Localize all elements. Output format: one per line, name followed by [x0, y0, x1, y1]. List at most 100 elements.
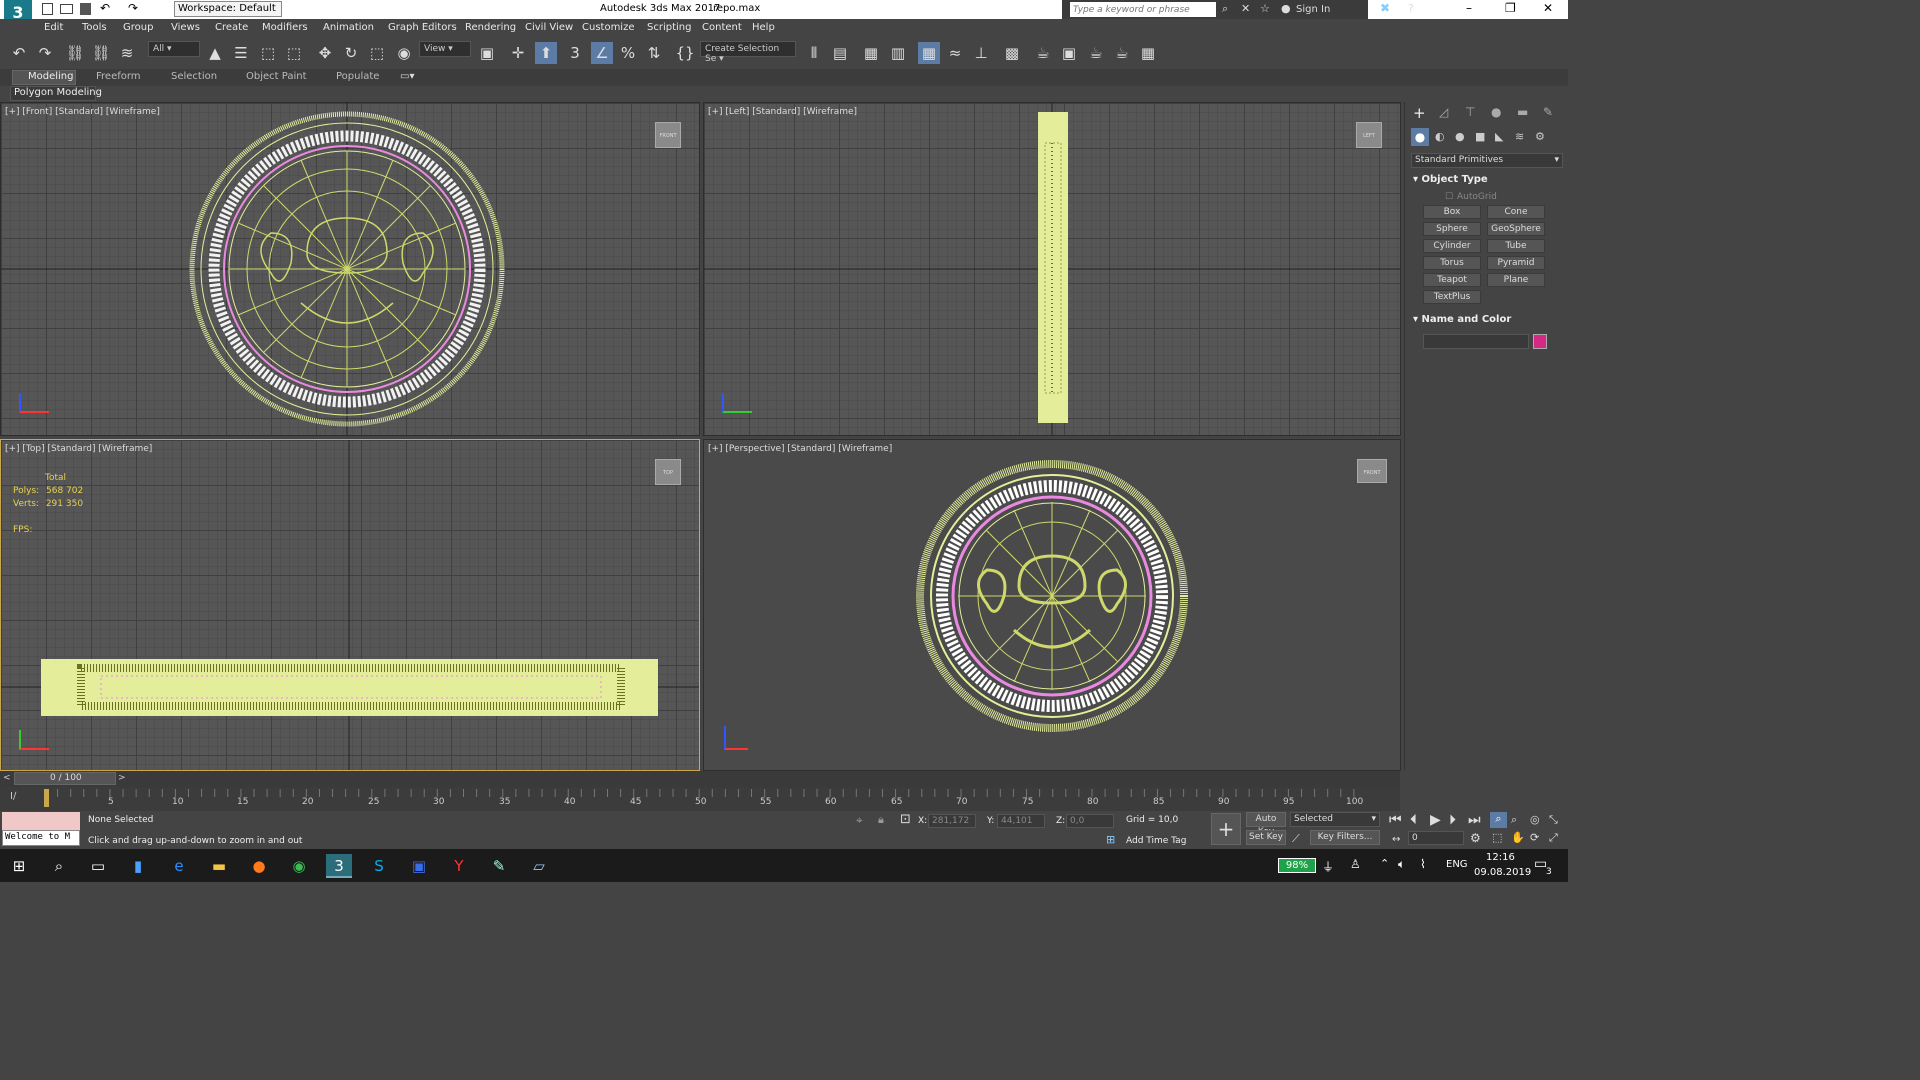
viewport-left[interactable]: [+] [Left] [Standard] [Wireframe] LEFT [703, 102, 1401, 436]
orbit-icon[interactable]: ⟳ [1530, 831, 1539, 844]
undo-icon[interactable]: ↶ [100, 1, 110, 15]
isolate-selection-icon[interactable]: ⌖ [856, 813, 863, 828]
scene-explorer-icon[interactable]: ▦ [860, 42, 882, 64]
unlink-icon[interactable]: ⛓ [90, 42, 112, 64]
restore-button[interactable]: ❐ [1505, 1, 1516, 15]
add-time-tag[interactable]: Add Time Tag [1126, 836, 1186, 846]
menu-scripting[interactable]: Scripting [647, 22, 691, 33]
menu-edit[interactable]: Edit [44, 22, 63, 33]
close-button[interactable]: ✕ [1543, 1, 1553, 15]
new-file-icon[interactable] [42, 3, 53, 15]
name-color-rollout[interactable]: ▾ Name and Color [1413, 314, 1563, 325]
menu-group[interactable]: Group [123, 22, 153, 33]
align-icon[interactable]: ▤ [829, 42, 851, 64]
previous-frame-icon[interactable]: ⏴ [1410, 812, 1417, 828]
start-button-icon[interactable]: ⊞ [6, 854, 32, 878]
menu-graph-editors[interactable]: Graph Editors [388, 22, 457, 33]
menu-rendering[interactable]: Rendering [465, 22, 516, 33]
yandex-browser-icon[interactable]: Y [446, 854, 472, 878]
skype-icon[interactable]: S [366, 854, 392, 878]
torus-button[interactable]: Torus [1423, 256, 1481, 270]
object-name-field[interactable] [1423, 334, 1529, 349]
set-key-button[interactable]: Set Key [1246, 830, 1286, 845]
time-slider-prev-button[interactable]: < [3, 773, 11, 783]
named-selection-set-dropdown[interactable]: Create Selection Se ▾ [700, 41, 796, 64]
placement-icon[interactable]: ◉ [393, 42, 415, 64]
pivot-center-icon[interactable]: ▣ [476, 42, 498, 64]
zoom-extents-icon[interactable]: ◎ [1530, 813, 1540, 826]
layer-explorer-icon[interactable]: ▥ [887, 42, 909, 64]
pan-icon[interactable]: ✋ [1511, 831, 1525, 844]
current-frame-marker[interactable] [44, 789, 49, 807]
minimize-button[interactable]: – [1466, 1, 1472, 15]
render-in-cloud-icon[interactable]: ☕ [1111, 42, 1133, 64]
time-configuration-icon[interactable]: ⚙ [1470, 831, 1481, 845]
scale-icon[interactable]: ⬚ [366, 42, 388, 64]
menu-modifiers[interactable]: Modifiers [262, 22, 308, 33]
menu-views[interactable]: Views [171, 22, 200, 33]
display-tab-icon[interactable]: ▬ [1517, 105, 1528, 119]
auto-key-button[interactable]: Auto Key [1246, 812, 1286, 837]
z-coordinate-field[interactable]: 0,0 [1066, 814, 1114, 828]
tube-button[interactable]: Tube [1487, 239, 1545, 253]
field-of-view-icon[interactable]: ⬚ [1492, 831, 1502, 844]
rendered-frame-window-icon[interactable]: ▣ [1058, 42, 1080, 64]
mirror-icon[interactable]: ⫴ [803, 42, 825, 64]
key-filters-button[interactable]: Key Filters... [1310, 830, 1380, 845]
material-editor-icon[interactable]: ▩ [1001, 42, 1023, 64]
helpers-category-icon[interactable]: ◣ [1495, 130, 1503, 143]
box-button[interactable]: Box [1423, 205, 1481, 219]
bind-space-warp-icon[interactable]: ≋ [116, 42, 138, 64]
tools-icon[interactable]: ✕ [1241, 2, 1250, 15]
viewport-perspective-label[interactable]: [+] [Perspective] [Standard] [Wireframe] [708, 444, 892, 454]
play-icon[interactable]: ▶ [1430, 812, 1441, 828]
app-pinned-1-icon[interactable]: ▮ [125, 854, 151, 878]
cone-button[interactable]: Cone [1487, 205, 1545, 219]
x-coordinate-field[interactable]: 281,172 [928, 814, 976, 828]
angle-snap-icon[interactable]: ∠ [591, 42, 613, 64]
time-slider-next-button[interactable]: > [118, 773, 126, 783]
go-to-end-icon[interactable]: ⏭ [1468, 812, 1481, 828]
snaps-toggle-icon[interactable]: 3 [564, 42, 586, 64]
network-icon[interactable]: ⌇ [1420, 857, 1426, 871]
viewport-front-label[interactable]: [+] [Front] [Standard] [Wireframe] [5, 107, 160, 117]
edge-browser-icon[interactable]: e [166, 854, 192, 878]
favorites-icon[interactable]: ☆ [1260, 2, 1270, 15]
search-icon[interactable]: ⌕ [46, 854, 72, 878]
select-object-icon[interactable]: ▲ [204, 42, 226, 64]
reference-coordinate-dropdown[interactable]: View ▾ [419, 41, 471, 57]
textplus-button[interactable]: TextPlus [1423, 290, 1481, 304]
geometry-category-icon[interactable]: ● [1411, 128, 1429, 146]
key-filter-icon[interactable]: ⟋ [1292, 832, 1300, 846]
systems-category-icon[interactable]: ⚙ [1535, 130, 1545, 143]
render-production-icon[interactable]: ☕ [1085, 42, 1107, 64]
menu-customize[interactable]: Customize [582, 22, 635, 33]
viewport-top[interactable]: [+] [Top] [Standard] [Wireframe] TOP Tot… [0, 439, 700, 771]
maxscript-listener-input[interactable]: Welcome to M [2, 830, 80, 846]
workspace-dropdown[interactable]: Workspace: Default [174, 1, 282, 17]
window-crossing-icon[interactable]: ⬚ [283, 42, 305, 64]
y-coordinate-field[interactable]: 44,101 [997, 814, 1045, 828]
next-frame-icon[interactable]: ⏵ [1449, 812, 1456, 828]
exchange-icon[interactable]: ✖ [1380, 1, 1390, 15]
viewport-top-label[interactable]: [+] [Top] [Standard] [Wireframe] [5, 444, 152, 454]
geosphere-button[interactable]: GeoSphere [1487, 222, 1545, 236]
clock-date[interactable]: 09.08.2019 [1474, 867, 1531, 878]
teapot-button[interactable]: Teapot [1423, 273, 1481, 287]
clock-time[interactable]: 12:16 [1486, 852, 1515, 863]
open-file-icon[interactable] [60, 4, 73, 14]
maxscript-listener-mini[interactable] [2, 812, 80, 830]
power-plug-icon[interactable]: ⏚ [1322, 858, 1334, 875]
selection-filter-dropdown[interactable]: All ▾ [148, 41, 200, 57]
save-file-icon[interactable] [80, 3, 91, 15]
viewport-perspective[interactable]: [+] [Perspective] [Standard] [Wireframe]… [703, 439, 1401, 771]
undo-button[interactable]: ↶ [8, 42, 30, 64]
zoom-icon[interactable]: ⌕ [1490, 812, 1507, 828]
go-to-start-icon[interactable]: ⏮ [1389, 812, 1402, 828]
save-app-icon[interactable]: ▣ [406, 854, 432, 878]
edit-named-selection-icon[interactable]: {} [674, 42, 696, 64]
file-explorer-icon[interactable]: ▬ [206, 854, 232, 878]
viewport-front[interactable]: [+] [Front] [Standard] [Wireframe] FRONT [0, 102, 700, 436]
paint-app-icon[interactable]: ✎ [486, 854, 512, 878]
object-color-swatch[interactable] [1533, 334, 1547, 349]
